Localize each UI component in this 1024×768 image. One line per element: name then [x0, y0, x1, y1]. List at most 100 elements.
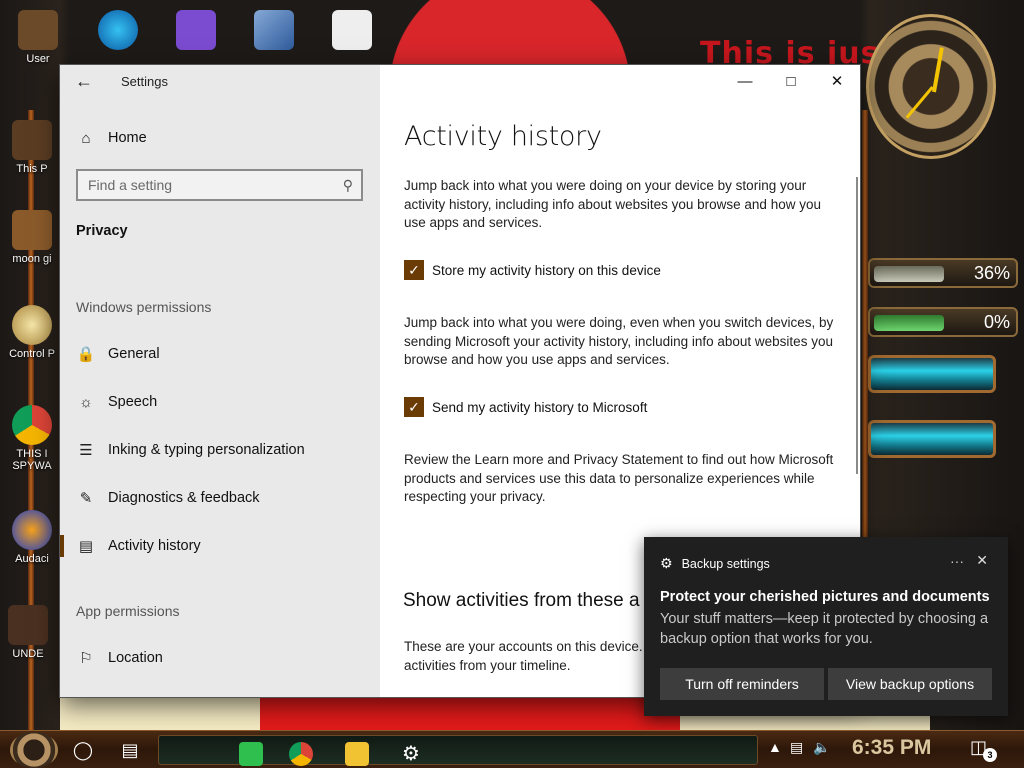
notification-count-badge: 3 [983, 748, 997, 762]
desktop-icon-user[interactable]: User [10, 10, 66, 65]
volume-muted-icon[interactable]: 🔈 [813, 739, 830, 756]
memory-gauge-value: 0% [983, 312, 1010, 332]
steampunk-clock-widget [866, 14, 996, 159]
network-icon[interactable]: ▤ [790, 739, 803, 756]
desktop-icon-label: THIS I SPYWA [12, 448, 52, 472]
desktop-icon-undertale[interactable]: UNDE [0, 605, 56, 660]
desktop-icon-label: User [26, 53, 50, 65]
toast-title: Protect your cherished pictures and docu… [660, 589, 990, 605]
nav-item-general[interactable]: 🔒 General [76, 342, 160, 366]
clock-minute-hand [905, 86, 934, 119]
lightbulb-icon [12, 305, 52, 345]
desktop-icon-virtualbox[interactable] [246, 10, 302, 53]
computer-icon [12, 120, 52, 160]
user-folder-icon [18, 10, 58, 50]
settings-sidebar: ← Settings ⌂ Home ⚲ Privacy Windows perm… [60, 65, 380, 697]
timeline-icon: ▤ [78, 538, 94, 555]
file-explorer-icon[interactable] [345, 742, 369, 766]
nav-home[interactable]: ⌂ Home [76, 126, 147, 150]
notes-app-icon[interactable] [239, 742, 263, 766]
task-view-icon[interactable]: ▤ [117, 737, 143, 763]
windows-permissions-label: Windows permissions [76, 299, 212, 315]
nav-item-location[interactable]: ⚐ Location [76, 646, 163, 670]
nav-item-activity-history[interactable]: ▤ Activity history [76, 534, 201, 558]
gear-icon: ⚙ [660, 555, 673, 571]
desktop-icon-label: Audaci [15, 553, 49, 565]
desktop-icon-hxd[interactable] [324, 10, 380, 53]
memory-gauge-fill [874, 315, 944, 331]
hxd-editor-icon [332, 10, 372, 50]
maximize-button[interactable]: □ [768, 65, 814, 97]
privacy-heading: Privacy [76, 223, 128, 239]
cpu-gauge-fill [874, 266, 944, 282]
settings-taskbar-icon[interactable]: ⚙ [399, 742, 423, 766]
close-button[interactable]: ✕ [814, 65, 860, 97]
desktop-icon-this-pc[interactable]: This P [4, 120, 60, 175]
back-arrow-icon[interactable]: ← [75, 71, 93, 92]
minimize-button[interactable]: — [722, 65, 768, 97]
desktop-icon-label: This P [16, 163, 48, 175]
desktop-icon-edge[interactable] [90, 10, 146, 53]
chrome-taskbar-icon[interactable] [289, 742, 313, 766]
send-history-option[interactable]: ✓ Send my activity history to Microsoft [404, 397, 647, 417]
cpu-gauge-value: 36% [973, 263, 1010, 283]
audacity-icon [12, 510, 52, 550]
store-history-checkbox[interactable]: ✓ [404, 260, 424, 280]
titlebar-left: ← Settings [60, 65, 380, 97]
review-text: Review the Learn more and Privacy Statem… [404, 452, 834, 504]
toast-app-name: Backup settings [681, 556, 770, 571]
desktop-icon-moon[interactable]: moon gi [4, 210, 60, 265]
nav-item-label: Diagnostics & feedback [108, 490, 260, 506]
show-activities-heading: Show activities from these a [403, 590, 640, 611]
turn-off-reminders-button[interactable]: Turn off reminders [660, 668, 824, 700]
nav-item-label: Inking & typing personalization [108, 442, 305, 458]
desktop-icon-visual-studio[interactable] [168, 10, 224, 53]
backup-notification-toast[interactable]: ⚙ Backup settings ··· ✕ Protect your che… [644, 537, 1008, 716]
window-controls: — □ ✕ [722, 65, 860, 97]
game-icon [8, 605, 48, 645]
nav-item-label: Location [108, 650, 163, 666]
toast-more-button[interactable]: ··· [950, 553, 964, 569]
taskbar: ◯ ▤ ⚙ ▲ ▤ 🔈 6:35 PM ◫ 3 [0, 730, 1024, 768]
nav-item-speech[interactable]: ☼ Speech [76, 390, 157, 414]
visual-studio-icon [176, 10, 216, 50]
view-backup-options-button[interactable]: View backup options [828, 668, 992, 700]
desktop-icon-control-panel[interactable]: Control P [4, 305, 60, 360]
accounts-text: These are your accounts on this device. … [404, 639, 643, 673]
send-history-checkbox[interactable]: ✓ [404, 397, 424, 417]
nav-item-diagnostics[interactable]: ✎ Diagnostics & feedback [76, 486, 260, 510]
nav-item-inking[interactable]: ☰ Inking & typing personalization [76, 438, 305, 462]
desktop-icon-label: moon gi [12, 253, 52, 265]
nav-home-label: Home [108, 130, 147, 146]
app-permissions-label: App permissions [76, 603, 180, 619]
toast-close-button[interactable]: ✕ [976, 552, 988, 569]
chrome-icon [12, 405, 52, 445]
taskbar-clock[interactable]: 6:35 PM [852, 736, 931, 760]
store-history-option[interactable]: ✓ Store my activity history on this devi… [404, 260, 661, 280]
active-nav-marker [60, 535, 64, 557]
taskbar-app-area: ⚙ [158, 735, 758, 766]
virtualbox-icon [254, 10, 294, 50]
gauge-tube-1 [868, 355, 996, 393]
home-icon: ⌂ [81, 129, 91, 147]
switch-devices-text: Jump back into what you were doing, even… [404, 315, 834, 367]
desktop-icon-audacity[interactable]: Audaci [4, 510, 60, 565]
show-hidden-icons-icon[interactable]: ▲ [768, 739, 782, 755]
location-icon: ⚐ [79, 650, 93, 667]
page-title: Activity history [404, 121, 602, 152]
toast-body: Your stuff matters—keep it protected by … [660, 611, 989, 647]
desktop-icon-chrome[interactable]: THIS I SPYWA [4, 405, 60, 472]
start-button[interactable] [10, 732, 58, 768]
cpu-gauge: 36% [868, 258, 1018, 288]
cortana-search-icon[interactable]: ◯ [70, 737, 96, 763]
window-title: Settings [121, 74, 168, 89]
send-history-label: Send my activity history to Microsoft [432, 399, 648, 415]
search-input[interactable] [88, 177, 328, 193]
search-box[interactable]: ⚲ [76, 169, 363, 201]
store-history-label: Store my activity history on this device [432, 262, 661, 278]
moon-app-icon [12, 210, 52, 250]
memory-gauge: 0% [868, 307, 1018, 337]
content-scrollbar[interactable] [856, 177, 858, 474]
nav-item-label: Speech [108, 394, 158, 410]
clock-hour-hand [932, 47, 944, 93]
